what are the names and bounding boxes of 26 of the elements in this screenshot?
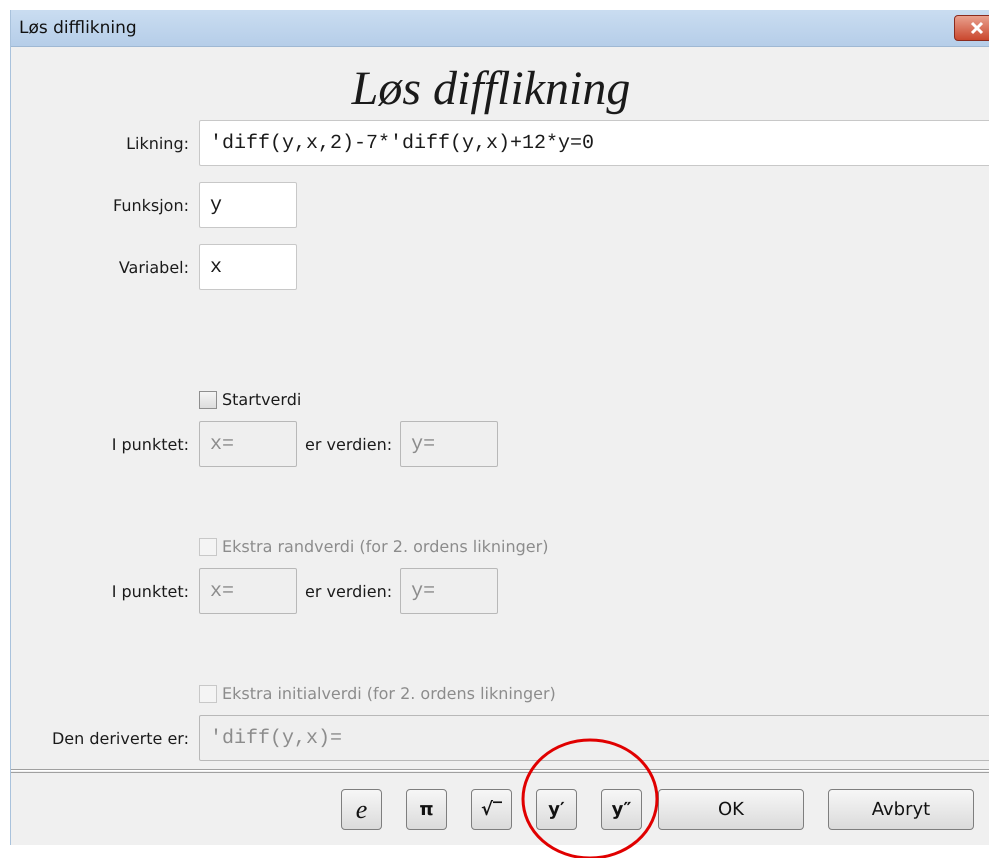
window-title: Løs difflikning — [19, 18, 137, 38]
field-label: er verdien: — [305, 434, 392, 454]
checkbox-label: Ekstra randverdi (for 2. ordens likninger) — [222, 537, 548, 556]
dialog-heading: Løs difflikning — [350, 61, 632, 116]
field-label: Funksjon: — [112, 196, 189, 214]
field-label: Likning: — [125, 134, 189, 152]
field-label: er verdien: — [305, 582, 392, 600]
symbol-button[interactable]: π — [406, 789, 447, 830]
field-label: Den deriverte er: — [50, 728, 189, 748]
input-field[interactable]: 'diff(y,x,2)-7*'diff(y,x)+12*y=0 — [199, 120, 989, 166]
close-icon — [969, 21, 985, 35]
input-field[interactable]: x — [199, 244, 297, 290]
checkbox[interactable] — [199, 390, 217, 408]
checkbox-label: Startverdi — [222, 390, 302, 409]
symbol-button[interactable]: e — [341, 789, 382, 830]
checkbox-label: Ekstra initialverdi (for 2. ordens likninger) — [222, 684, 556, 703]
symbol-button[interactable]: √‾ — [471, 789, 512, 830]
field-label: I punktet: — [110, 434, 189, 454]
dialog-button[interactable]: OK — [658, 789, 804, 830]
close-button[interactable] — [954, 15, 989, 41]
field-label: Variabel: — [118, 258, 189, 276]
field-label: I punktet: — [110, 582, 189, 600]
symbol-button[interactable]: y′ — [536, 789, 577, 830]
dialog-button[interactable]: Avbryt — [828, 789, 974, 830]
input-field[interactable]: y — [199, 182, 297, 228]
symbol-button[interactable]: y″ — [601, 789, 642, 830]
